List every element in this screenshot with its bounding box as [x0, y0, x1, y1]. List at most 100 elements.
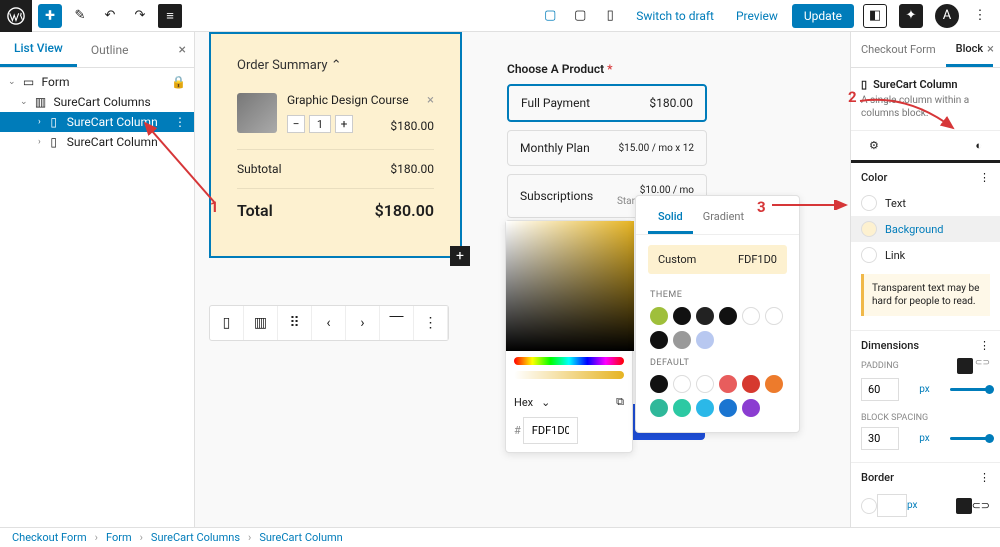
custom-icon[interactable] [957, 358, 973, 374]
link-sides-icon[interactable]: ⊂⊃ [972, 499, 990, 512]
swatch[interactable] [696, 375, 714, 393]
swatch[interactable] [765, 375, 783, 393]
swatch[interactable] [673, 331, 691, 349]
list-view-toggle-icon[interactable]: ≡ [158, 4, 182, 28]
border-input[interactable] [877, 494, 907, 517]
tablet-view-icon[interactable]: ▢ [568, 4, 592, 28]
settings-panel-icon[interactable]: ◧ [863, 4, 887, 28]
breadcrumb-item[interactable]: SureCart Columns [151, 531, 240, 544]
alpha-slider[interactable] [514, 371, 624, 379]
column-icon[interactable]: ▯ [210, 306, 244, 340]
drag-handle-icon[interactable]: ⠿ [278, 306, 312, 340]
tree-item-column-selected[interactable]: ›▯SureCart Column⋮ [0, 112, 194, 132]
swatch[interactable] [650, 375, 668, 393]
redo-icon[interactable]: ↷ [128, 4, 152, 28]
breadcrumb-item[interactable]: Form [106, 531, 132, 544]
chevron-down-icon[interactable]: ⌄ [541, 396, 550, 409]
close-icon[interactable]: × [987, 42, 994, 57]
swatch[interactable] [650, 307, 668, 325]
tab-outline[interactable]: Outline [77, 32, 143, 67]
more-options-icon[interactable]: ⋮ [968, 4, 992, 28]
list-view-sidebar: List View Outline × ⌄▭Form🔒 ⌄▥SureCart C… [0, 32, 195, 527]
hue-slider[interactable] [514, 357, 624, 365]
mobile-view-icon[interactable]: ▯ [598, 4, 622, 28]
add-block-icon[interactable]: + [450, 246, 470, 266]
tab-block[interactable]: Block [946, 32, 993, 67]
link-sides-icon[interactable]: ⊂⊃ [975, 358, 990, 374]
unit-selector[interactable]: px [919, 384, 930, 395]
close-icon[interactable]: × [179, 42, 186, 58]
swatch[interactable] [742, 375, 760, 393]
move-right-icon[interactable]: › [346, 306, 380, 340]
padding-slider[interactable] [950, 388, 990, 391]
remove-item-icon[interactable]: × [427, 93, 434, 108]
order-summary-block[interactable]: Order Summary ⌃ Graphic Design Course − … [209, 32, 462, 258]
undo-icon[interactable]: ↶ [98, 4, 122, 28]
unit-selector[interactable]: px [907, 500, 918, 511]
color-link-option[interactable]: Link [861, 242, 990, 268]
product-option-monthly[interactable]: Monthly Plan$15.00 / mo x 12 [507, 130, 707, 166]
swatch[interactable] [696, 331, 714, 349]
swatch[interactable] [742, 399, 760, 417]
surecart-icon[interactable]: ✦ [899, 4, 923, 28]
tree-item-column[interactable]: ›▯SureCart Column [0, 132, 194, 152]
tab-list-view[interactable]: List View [0, 32, 77, 67]
product-option-full[interactable]: Full Payment$180.00 [507, 84, 707, 122]
breadcrumb-item[interactable]: SureCart Column [259, 531, 342, 544]
tab-checkout-form[interactable]: Checkout Form [851, 32, 946, 67]
settings-tab-icon[interactable]: ⚙ [869, 139, 879, 152]
update-button[interactable]: Update [792, 4, 854, 28]
color-background-option[interactable]: Background [851, 216, 1000, 242]
swatch[interactable] [696, 399, 714, 417]
align-icon[interactable]: ⎺ [380, 306, 414, 340]
order-summary-title: Order Summary ⌃ [237, 58, 434, 73]
swatch[interactable] [673, 399, 691, 417]
tree-item-form[interactable]: ⌄▭Form🔒 [0, 72, 194, 92]
more-icon[interactable]: ⋮ [979, 171, 990, 184]
styles-tab-icon[interactable]: ◐ [975, 139, 982, 152]
move-left-icon[interactable]: ‹ [312, 306, 346, 340]
swatch[interactable] [765, 307, 783, 325]
chevron-up-icon: ⌃ [331, 58, 342, 73]
switch-to-draft-link[interactable]: Switch to draft [628, 9, 722, 23]
padding-input[interactable] [861, 378, 899, 401]
column-icon: ▯ [861, 78, 867, 91]
border-color[interactable] [861, 498, 877, 514]
swatch[interactable] [696, 307, 714, 325]
custom-icon[interactable] [956, 498, 972, 514]
swatch[interactable] [719, 399, 737, 417]
qty-minus-button[interactable]: − [287, 115, 305, 133]
spacing-slider[interactable] [950, 437, 990, 440]
edit-icon[interactable]: ✎ [68, 4, 92, 28]
astra-icon[interactable]: A [935, 4, 959, 28]
options-icon[interactable]: ⋮ [174, 115, 186, 129]
color-text-option[interactable]: Text [861, 190, 990, 216]
swatch[interactable] [742, 307, 760, 325]
swatch[interactable] [673, 375, 691, 393]
color-saturation-canvas[interactable] [506, 221, 634, 351]
columns-icon[interactable]: ▥ [244, 306, 278, 340]
tree-item-columns[interactable]: ⌄▥SureCart Columns [0, 92, 194, 112]
tab-solid[interactable]: Solid [648, 204, 693, 234]
swatch[interactable] [650, 399, 668, 417]
custom-color-row[interactable]: CustomFDF1D0 [648, 245, 787, 274]
qty-plus-button[interactable]: + [335, 115, 353, 133]
swatch[interactable] [650, 331, 668, 349]
hex-input[interactable] [523, 417, 578, 444]
unit-selector[interactable]: px [919, 433, 930, 444]
tab-gradient[interactable]: Gradient [693, 204, 754, 234]
desktop-view-icon[interactable]: ▢ [538, 4, 562, 28]
wp-logo-icon[interactable] [0, 0, 32, 32]
more-options-icon[interactable]: ⋮ [414, 306, 448, 340]
more-icon[interactable]: ⋮ [979, 471, 990, 484]
swatch[interactable] [719, 375, 737, 393]
breadcrumb-item[interactable]: Checkout Form [12, 531, 87, 544]
qty-value[interactable]: 1 [309, 115, 331, 133]
swatch[interactable] [673, 307, 691, 325]
add-block-button[interactable]: + [38, 4, 62, 28]
copy-icon[interactable]: ⧉ [616, 395, 624, 409]
more-icon[interactable]: ⋮ [979, 339, 990, 352]
preview-link[interactable]: Preview [728, 9, 786, 23]
swatch[interactable] [719, 307, 737, 325]
spacing-input[interactable] [861, 427, 899, 450]
